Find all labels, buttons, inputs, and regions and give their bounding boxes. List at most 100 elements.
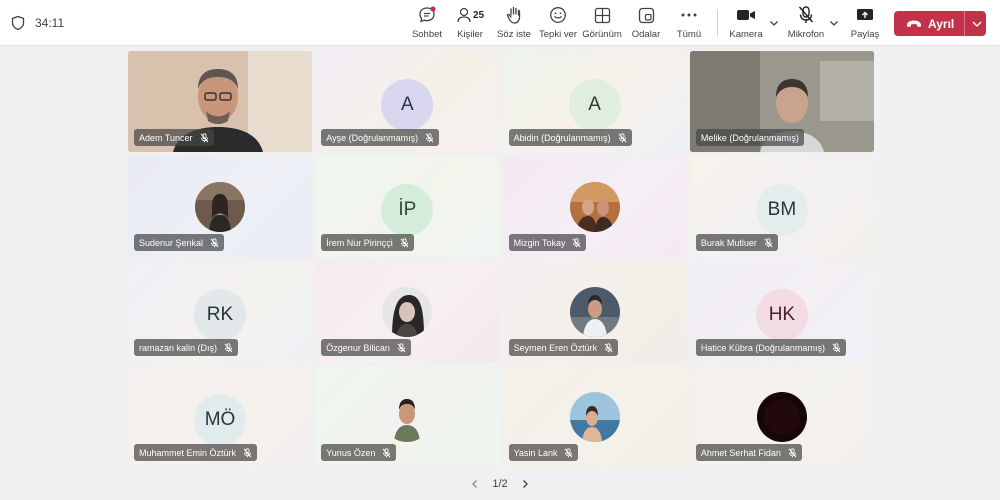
mic-off-icon: [798, 6, 814, 23]
avatar: [756, 392, 807, 442]
avatar-photo: [756, 392, 807, 442]
participant-name: Seymen Eren Öztürk: [513, 342, 598, 353]
avatar: HK: [755, 289, 808, 341]
leave-options-chevron-icon[interactable]: [971, 18, 983, 30]
more-label: Tümü: [676, 29, 702, 40]
name-tag: Ayşe (Doğrulanmamış): [321, 129, 440, 146]
name-tag: Ahmet Serhat Fidan: [695, 444, 802, 461]
avatar: RK: [194, 289, 246, 341]
next-page-chevron-icon[interactable]: [520, 479, 530, 489]
mic-muted-icon: [382, 447, 391, 458]
avatar: [382, 392, 433, 442]
avatar: [569, 287, 620, 337]
participant-grid: Adem Tuncer A Ayşe (Doğrulanmamış) A Abi…: [128, 51, 874, 469]
grid-pager: 1/2: [470, 477, 530, 491]
toolbar-divider: [717, 10, 718, 36]
leave-button[interactable]: Ayrıl: [894, 11, 986, 36]
participant-tile[interactable]: Yunus Özen: [315, 366, 500, 467]
rooms-label: Odalar: [631, 29, 661, 40]
avatar: [569, 392, 620, 442]
name-tag: Adem Tuncer: [134, 129, 214, 146]
participant-name: Abidin (Doğrulanmamış): [513, 132, 611, 143]
mic-muted-icon: [604, 342, 613, 353]
camera-options-chevron-icon[interactable]: [768, 17, 780, 29]
avatar-photo: [382, 287, 433, 337]
participant-tile[interactable]: RK ramazan kalin (Dış): [128, 261, 312, 362]
name-tag: Özgenur Bilican: [321, 339, 411, 356]
participant-name: Melike (Doğrulanmamış): [700, 132, 799, 143]
mic-muted-icon: [564, 447, 573, 458]
rooms-icon: [638, 7, 654, 23]
shield-icon: [11, 15, 25, 31]
view-button[interactable]: Görünüm: [582, 4, 622, 44]
name-tag: Sudenur Şenkal: [134, 234, 225, 251]
participant-tile[interactable]: Ahmet Serhat Fidan: [689, 366, 874, 467]
participant-tile[interactable]: Seymen Eren Öztürk: [502, 261, 687, 362]
participant-name: Ayşe (Doğrulanmamış): [326, 132, 419, 143]
participant-tile[interactable]: Mizgin Tokay: [502, 156, 687, 257]
avatar: [195, 182, 245, 232]
react-label: Tepki ver: [539, 29, 578, 40]
name-tag: Mizgin Tokay: [508, 234, 587, 251]
mic-muted-icon: [618, 132, 627, 143]
chat-icon: [419, 6, 436, 23]
participant-name: Ahmet Serhat Fidan: [700, 447, 781, 458]
avatar: A: [381, 79, 434, 131]
mic-muted-icon: [788, 447, 797, 458]
name-tag: Abidin (Doğrulanmamış): [508, 129, 632, 146]
participant-tile[interactable]: Özgenur Bilican: [315, 261, 500, 362]
emoji-icon: [550, 7, 566, 23]
participant-tile[interactable]: MÖ Muhammet Emin Öztürk: [128, 366, 312, 467]
name-tag: Yasin Lank: [508, 444, 579, 461]
react-button[interactable]: Tepki ver: [539, 4, 577, 44]
participant-tile[interactable]: İP İrem Nur Pirinççi: [315, 156, 500, 257]
participant-tile[interactable]: Sudenur Şenkal: [128, 156, 312, 257]
avatar: [382, 287, 433, 337]
participant-tile[interactable]: A Ayşe (Doğrulanmamış): [315, 51, 500, 152]
participant-name: Yunus Özen: [326, 447, 376, 458]
name-tag: Muhammet Emin Öztürk: [134, 444, 258, 461]
meeting-timer: 34:11: [35, 16, 65, 30]
avatar-photo: [569, 392, 620, 442]
mic-muted-icon: [764, 237, 773, 248]
grid-view-icon: [594, 7, 610, 23]
name-tag: Yunus Özen: [321, 444, 397, 461]
view-label: Görünüm: [582, 29, 622, 40]
name-tag: Melike (Doğrulanmamış): [695, 129, 804, 146]
name-tag: İrem Nur Pirinççi: [321, 234, 414, 251]
share-button[interactable]: Paylaş: [850, 4, 880, 44]
participant-tile[interactable]: A Abidin (Doğrulanmamış): [502, 51, 687, 152]
people-icon: [457, 7, 471, 23]
mic-button[interactable]: Mikrofon: [786, 4, 826, 44]
participant-tile[interactable]: HK Hatice Kübra (Doğrulanmamış): [689, 261, 874, 362]
raise-hand-label: Söz iste: [497, 29, 531, 40]
participant-name: İrem Nur Pirinççi: [326, 237, 393, 248]
raise-hand-button[interactable]: Söz iste: [497, 4, 531, 44]
chat-button[interactable]: Sohbet: [410, 4, 444, 44]
avatar: MÖ: [194, 394, 246, 446]
more-button[interactable]: Tümü: [673, 4, 705, 44]
phone-hangup-icon: [906, 18, 922, 30]
participant-tile[interactable]: BM Burak Mutluer: [689, 156, 874, 257]
participant-tile[interactable]: Melike (Doğrulanmamış): [689, 51, 874, 152]
camera-button[interactable]: Kamera: [728, 4, 764, 44]
participant-tile[interactable]: Yasin Lank: [502, 366, 687, 467]
people-label: Kişiler: [457, 29, 483, 40]
hand-icon: [506, 6, 521, 24]
participant-name: Adem Tuncer: [139, 132, 193, 143]
rooms-button[interactable]: Odalar: [630, 4, 662, 44]
prev-page-chevron-icon[interactable]: [470, 479, 480, 489]
participant-name: Özgenur Bilican: [326, 342, 390, 353]
meeting-toolbar: 34:11 Sohbet 25 Kişiler Söz iste Tepki v…: [0, 0, 1000, 46]
participant-tile[interactable]: Adem Tuncer: [128, 51, 312, 152]
leave-label: Ayrıl: [928, 16, 955, 31]
name-tag: Burak Mutluer: [695, 234, 778, 251]
participant-name: Sudenur Şenkal: [139, 237, 204, 248]
avatar-photo: [569, 287, 620, 337]
mic-muted-icon: [572, 237, 581, 248]
share-label: Paylaş: [850, 29, 880, 40]
mic-options-chevron-icon[interactable]: [828, 17, 840, 29]
avatar-photo: [382, 392, 433, 442]
people-button[interactable]: 25 Kişiler: [453, 4, 487, 44]
mic-muted-icon: [425, 132, 434, 143]
